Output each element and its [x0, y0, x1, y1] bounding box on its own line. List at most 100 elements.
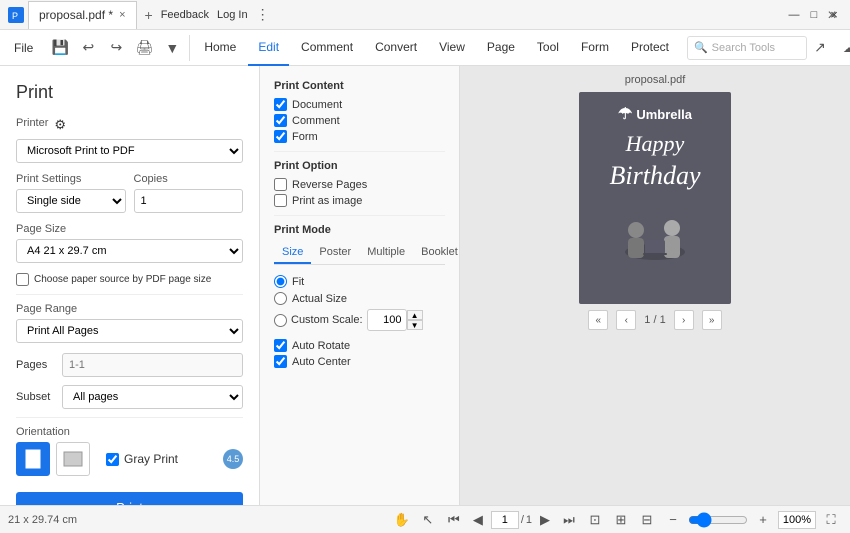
- expand-icon[interactable]: 4.5: [223, 449, 243, 469]
- undo-icon[interactable]: ↩: [75, 35, 101, 61]
- orientation-row: Gray Print 4.5: [16, 442, 243, 476]
- document-tab[interactable]: proposal.pdf * ×: [28, 1, 137, 29]
- form-checkbox[interactable]: [274, 130, 287, 143]
- page-nav: ⏮ ◀ / 1 ▶ ⏭: [443, 509, 580, 531]
- open-external-icon[interactable]: ↗: [807, 35, 833, 61]
- menu-file[interactable]: File: [4, 30, 43, 66]
- menu-edit[interactable]: Edit: [248, 30, 289, 66]
- search-placeholder: Search Tools: [712, 42, 775, 54]
- copies-col: Copies 1: [134, 173, 244, 213]
- printer-section: Printer ⚙ Microsoft Print to PDF: [16, 117, 243, 163]
- fit-radio-row: Fit: [274, 275, 445, 288]
- print-as-image-checkbox[interactable]: [274, 194, 287, 207]
- menu-comment[interactable]: Comment: [291, 30, 363, 66]
- subset-select[interactable]: All pages: [62, 385, 243, 409]
- zoom-in-button[interactable]: +: [752, 509, 774, 531]
- choose-paper-checkbox[interactable]: [16, 273, 29, 286]
- next-page-button[interactable]: ›: [674, 310, 694, 330]
- reverse-pages-label: Reverse Pages: [292, 179, 367, 191]
- scale-up-button[interactable]: ▲: [407, 310, 423, 320]
- print-icon[interactable]: 🖨: [131, 35, 157, 61]
- portrait-orientation-button[interactable]: [16, 442, 50, 476]
- more-options-icon[interactable]: ⋮: [256, 6, 270, 23]
- first-page-nav-button[interactable]: ⏮: [443, 509, 465, 531]
- zoom-percent-input[interactable]: [778, 511, 816, 529]
- page-size-select[interactable]: A4 21 x 29.7 cm: [16, 239, 243, 263]
- maximize-button[interactable]: □: [806, 7, 822, 23]
- document-checkbox[interactable]: [274, 98, 287, 111]
- zoom-out-button[interactable]: −: [662, 509, 684, 531]
- fit-page-button[interactable]: ⊡: [584, 509, 606, 531]
- fit-radio[interactable]: [274, 275, 287, 288]
- tab-multiple[interactable]: Multiple: [359, 242, 413, 264]
- pages-input[interactable]: [62, 353, 243, 377]
- prev-page-nav-button[interactable]: ◀: [467, 509, 489, 531]
- copies-input[interactable]: 1: [134, 189, 244, 213]
- current-page-input[interactable]: [491, 511, 519, 529]
- orientation-label: Orientation: [16, 426, 243, 438]
- print-option-header: Print Option: [274, 160, 445, 172]
- menu-toolbar: 💾 ↩ ↪ 🖨 ▼: [43, 35, 190, 61]
- save-icon[interactable]: 💾: [47, 35, 73, 61]
- cloud-icon[interactable]: ☁: [837, 35, 850, 61]
- prev-page-button[interactable]: ‹: [616, 310, 636, 330]
- hand-tool-button[interactable]: ✋: [391, 509, 413, 531]
- settings-copies-row: Print Settings Single side Copies 1: [16, 173, 243, 213]
- last-page-nav-button[interactable]: ⏭: [558, 509, 580, 531]
- auto-center-label: Auto Center: [292, 356, 351, 368]
- first-page-button[interactable]: «: [588, 310, 608, 330]
- comment-checkbox[interactable]: [274, 114, 287, 127]
- menu-form[interactable]: Form: [571, 30, 619, 66]
- login-link[interactable]: Log In: [217, 9, 248, 21]
- reflow-button[interactable]: ⊟: [636, 509, 658, 531]
- page-range-select[interactable]: Print All Pages: [16, 319, 243, 343]
- auto-rotate-checkbox[interactable]: [274, 339, 287, 352]
- more-tools-icon[interactable]: ▼: [159, 35, 185, 61]
- printer-select[interactable]: Microsoft Print to PDF: [16, 139, 243, 163]
- menu-convert[interactable]: Convert: [365, 30, 427, 66]
- search-tools[interactable]: 🔍 Search Tools: [687, 36, 807, 60]
- fit-width-button[interactable]: ⊞: [610, 509, 632, 531]
- tab-size[interactable]: Size: [274, 242, 311, 264]
- feedback-link[interactable]: Feedback: [161, 9, 209, 21]
- gray-print-label: Gray Print: [124, 452, 178, 466]
- app-icon: P: [8, 7, 24, 23]
- landscape-orientation-button[interactable]: [56, 442, 90, 476]
- minimize-button[interactable]: —: [786, 7, 802, 23]
- form-label: Form: [292, 131, 318, 143]
- actual-size-radio[interactable]: [274, 292, 287, 305]
- tab-poster[interactable]: Poster: [311, 242, 359, 264]
- birthday-word: Birthday: [610, 159, 701, 193]
- print-settings-col: Print Settings Single side: [16, 173, 126, 213]
- printer-settings-icon[interactable]: ⚙: [54, 117, 66, 133]
- tab-close-btn[interactable]: ×: [119, 9, 125, 21]
- menu-page[interactable]: Page: [477, 30, 525, 66]
- form-checkbox-row: Form: [274, 130, 445, 143]
- menu-view[interactable]: View: [429, 30, 475, 66]
- last-page-button[interactable]: »: [702, 310, 722, 330]
- menu-home[interactable]: Home: [194, 30, 246, 66]
- menu-tool[interactable]: Tool: [527, 30, 569, 66]
- print-button[interactable]: Print: [16, 492, 243, 505]
- gray-print-checkbox[interactable]: [106, 453, 119, 466]
- auto-center-checkbox[interactable]: [274, 355, 287, 368]
- print-panel: × Print Printer ⚙ Microsoft Print to PDF…: [0, 66, 260, 505]
- menu-protect[interactable]: Protect: [621, 30, 679, 66]
- print-settings-select[interactable]: Single side: [16, 189, 126, 213]
- scale-down-button[interactable]: ▼: [407, 320, 423, 330]
- new-tab-button[interactable]: +: [137, 7, 161, 23]
- redo-icon[interactable]: ↪: [103, 35, 129, 61]
- tab-booklet[interactable]: Booklet: [413, 242, 466, 264]
- umbrella-logo: ☂ Umbrella: [618, 104, 692, 124]
- next-page-nav-button[interactable]: ▶: [534, 509, 556, 531]
- svg-text:P: P: [12, 11, 18, 20]
- select-tool-button[interactable]: ↖: [417, 509, 439, 531]
- page-size-display: 21 x 29.74 cm: [8, 514, 77, 526]
- scale-value-input[interactable]: 100: [367, 309, 407, 331]
- zoom-slider[interactable]: [688, 512, 748, 528]
- main-area: × Print Printer ⚙ Microsoft Print to PDF…: [0, 66, 850, 505]
- preview-card: ☂ Umbrella Happy Birthday: [579, 92, 731, 304]
- fullscreen-button[interactable]: ⛶: [820, 509, 842, 531]
- custom-scale-radio[interactable]: [274, 314, 287, 327]
- reverse-pages-checkbox[interactable]: [274, 178, 287, 191]
